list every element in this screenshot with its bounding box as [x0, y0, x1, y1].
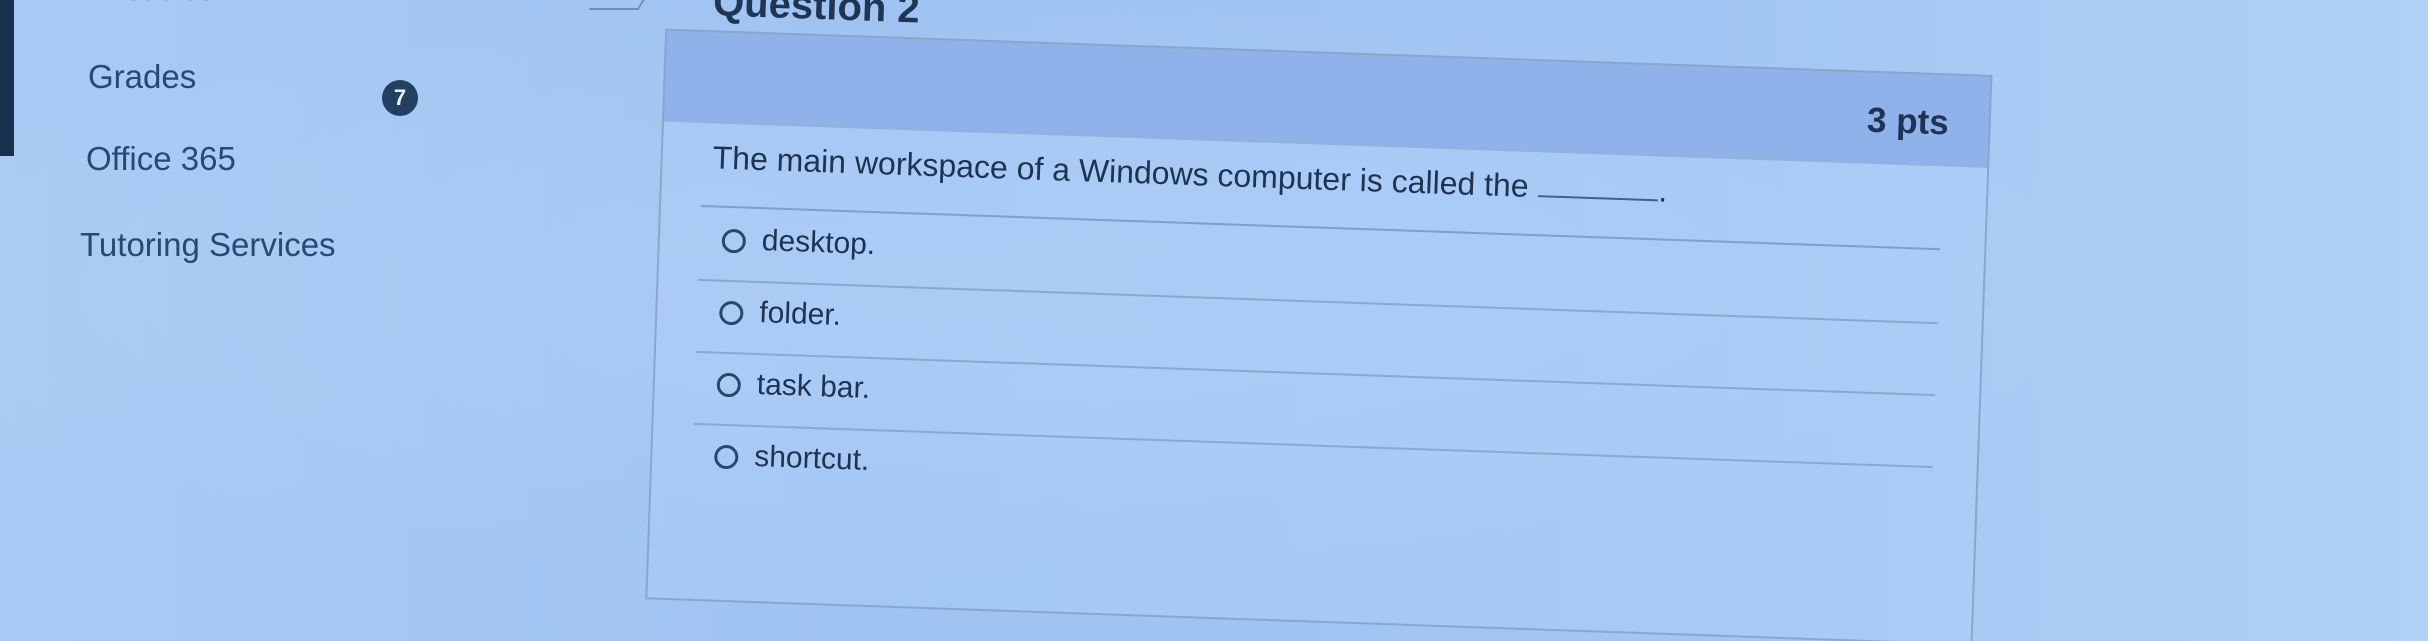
question-card: Question 2 3 pts The main workspace of a…	[626, 0, 1993, 641]
grades-count-badge: 7	[382, 80, 418, 116]
question-title: Question 2	[712, 0, 921, 32]
question-prompt-end: .	[1657, 172, 1669, 209]
screen: Modules Grades 7 Office 365 Tutoring Ser…	[0, 0, 2428, 641]
nav-item-office-365[interactable]: Office 365	[86, 140, 236, 178]
answer-label[interactable]: folder.	[759, 296, 842, 333]
nav-item-modules[interactable]: Modules	[100, 0, 213, 8]
question-prompt-text: The main workspace of a Windows computer…	[712, 139, 1530, 204]
radio-button[interactable]	[721, 228, 747, 254]
nav-item-grades[interactable]: Grades	[88, 58, 196, 96]
question-body: The main workspace of a Windows computer…	[645, 119, 1990, 641]
course-navigation: Modules Grades 7 Office 365 Tutoring Ser…	[60, 0, 580, 641]
answer-label[interactable]: shortcut.	[754, 440, 870, 478]
radio-button[interactable]	[716, 372, 742, 398]
question-prompt: The main workspace of a Windows computer…	[712, 139, 1668, 209]
nav-item-tutoring-services[interactable]: Tutoring Services	[80, 226, 336, 264]
radio-button[interactable]	[713, 444, 739, 470]
radio-button[interactable]	[718, 300, 744, 326]
answer-label[interactable]: desktop.	[761, 224, 876, 262]
question-points: 3 pts	[1866, 100, 1950, 143]
fill-in-blank	[1538, 195, 1659, 202]
answer-label[interactable]: task bar.	[756, 368, 870, 406]
previous-card-corner	[588, 0, 652, 10]
sidebar-active-indicator	[0, 0, 14, 156]
